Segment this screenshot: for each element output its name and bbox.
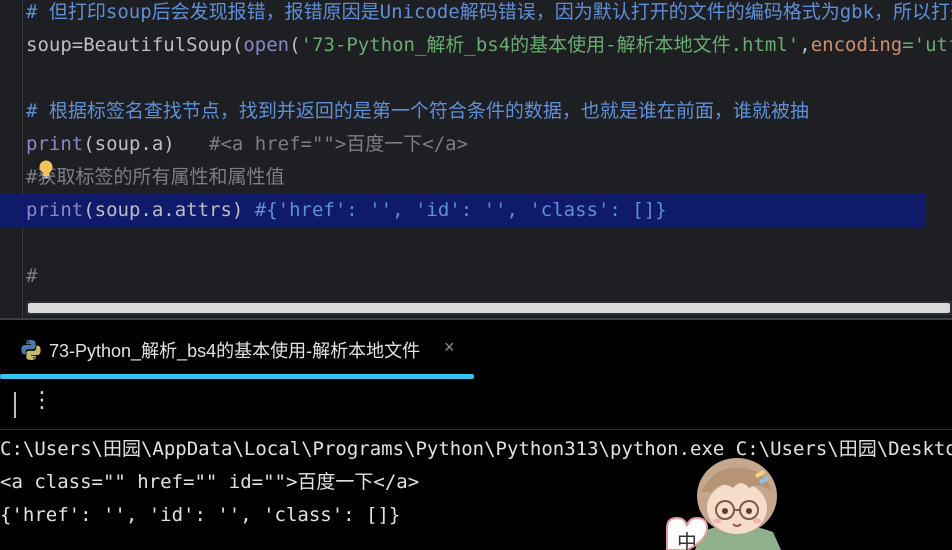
code-editor[interactable]: # 但打印soup后会发现报错，报错原因是Unicode解码错误，因为默认打开的… <box>0 0 952 318</box>
run-toolbar: ⋮ <box>0 378 952 430</box>
more-options-icon[interactable]: ⋮ <box>31 388 53 413</box>
mascot-sticker-image: 中 <box>666 458 781 550</box>
run-config-tab[interactable]: 73-Python_解析_bs4的基本使用-解析本地文件 × <box>0 320 474 380</box>
run-tab-label: 73-Python_解析_bs4的基本使用-解析本地文件 <box>49 341 421 361</box>
mascot-badge-text: 中 <box>677 530 697 550</box>
code-line-5[interactable]: #获取标签的所有属性和属性值 <box>26 161 952 194</box>
string-literal: '73-Python_解析_bs4的基本使用-解析本地文件.html' <box>300 34 800 56</box>
builtin-print: print <box>26 133 84 155</box>
keyword-arg: encoding <box>810 34 903 56</box>
python-icon <box>21 340 41 360</box>
comment: #<a href="">百度一下</a> <box>174 133 469 155</box>
code-line-1[interactable]: # 但打印soup后会发现报错，报错原因是Unicode解码错误，因为默认打开的… <box>26 0 952 29</box>
code-line-2[interactable]: soup=BeautifulSoup(open('73-Python_解析_bs… <box>26 29 952 62</box>
code-line-4[interactable]: print(soup.a) #<a href="">百度一下</a> <box>26 128 952 161</box>
close-icon[interactable]: × <box>444 337 455 358</box>
lightbulb-icon[interactable] <box>38 160 54 180</box>
comment: #{'href': '', 'id': '', 'class': []} <box>254 199 667 221</box>
code-text: soup=BeautifulSoup( <box>26 34 244 56</box>
comment: # 但打印soup后会发现报错，报错原因是Unicode解码错误，因为默认打开的… <box>26 1 952 23</box>
comment: # 根据标签名查找节点，找到并返回的是第一个符合条件的数据，也就是谁在前面，谁就… <box>26 100 809 122</box>
scrollbar-thumb[interactable] <box>28 303 950 313</box>
code-line-3[interactable]: # 根据标签名查找节点，找到并返回的是第一个符合条件的数据，也就是谁在前面，谁就… <box>26 95 952 128</box>
code-text: ( <box>289 34 301 56</box>
code-line-6-current[interactable]: print(soup.a.attrs) #{'href': '', 'id': … <box>0 194 926 227</box>
gutter-divider <box>22 0 23 318</box>
run-tab-bar: 73-Python_解析_bs4的基本使用-解析本地文件 × <box>0 318 952 380</box>
horizontal-scrollbar[interactable] <box>26 301 952 315</box>
comment: # <box>26 265 38 287</box>
comment: #获取标签的所有属性和属性值 <box>26 166 285 188</box>
code-text: (soup.a.attrs) <box>83 199 255 221</box>
code-line-7[interactable]: # <box>26 260 952 293</box>
builtin-open: open <box>243 34 290 56</box>
code-text: ='utf-8'),'lxml') <box>902 34 952 56</box>
code-text: (soup.a) <box>83 133 175 155</box>
toolbar-separator <box>14 392 16 418</box>
builtin-print: print <box>26 199 84 221</box>
code-text: , <box>799 34 811 56</box>
